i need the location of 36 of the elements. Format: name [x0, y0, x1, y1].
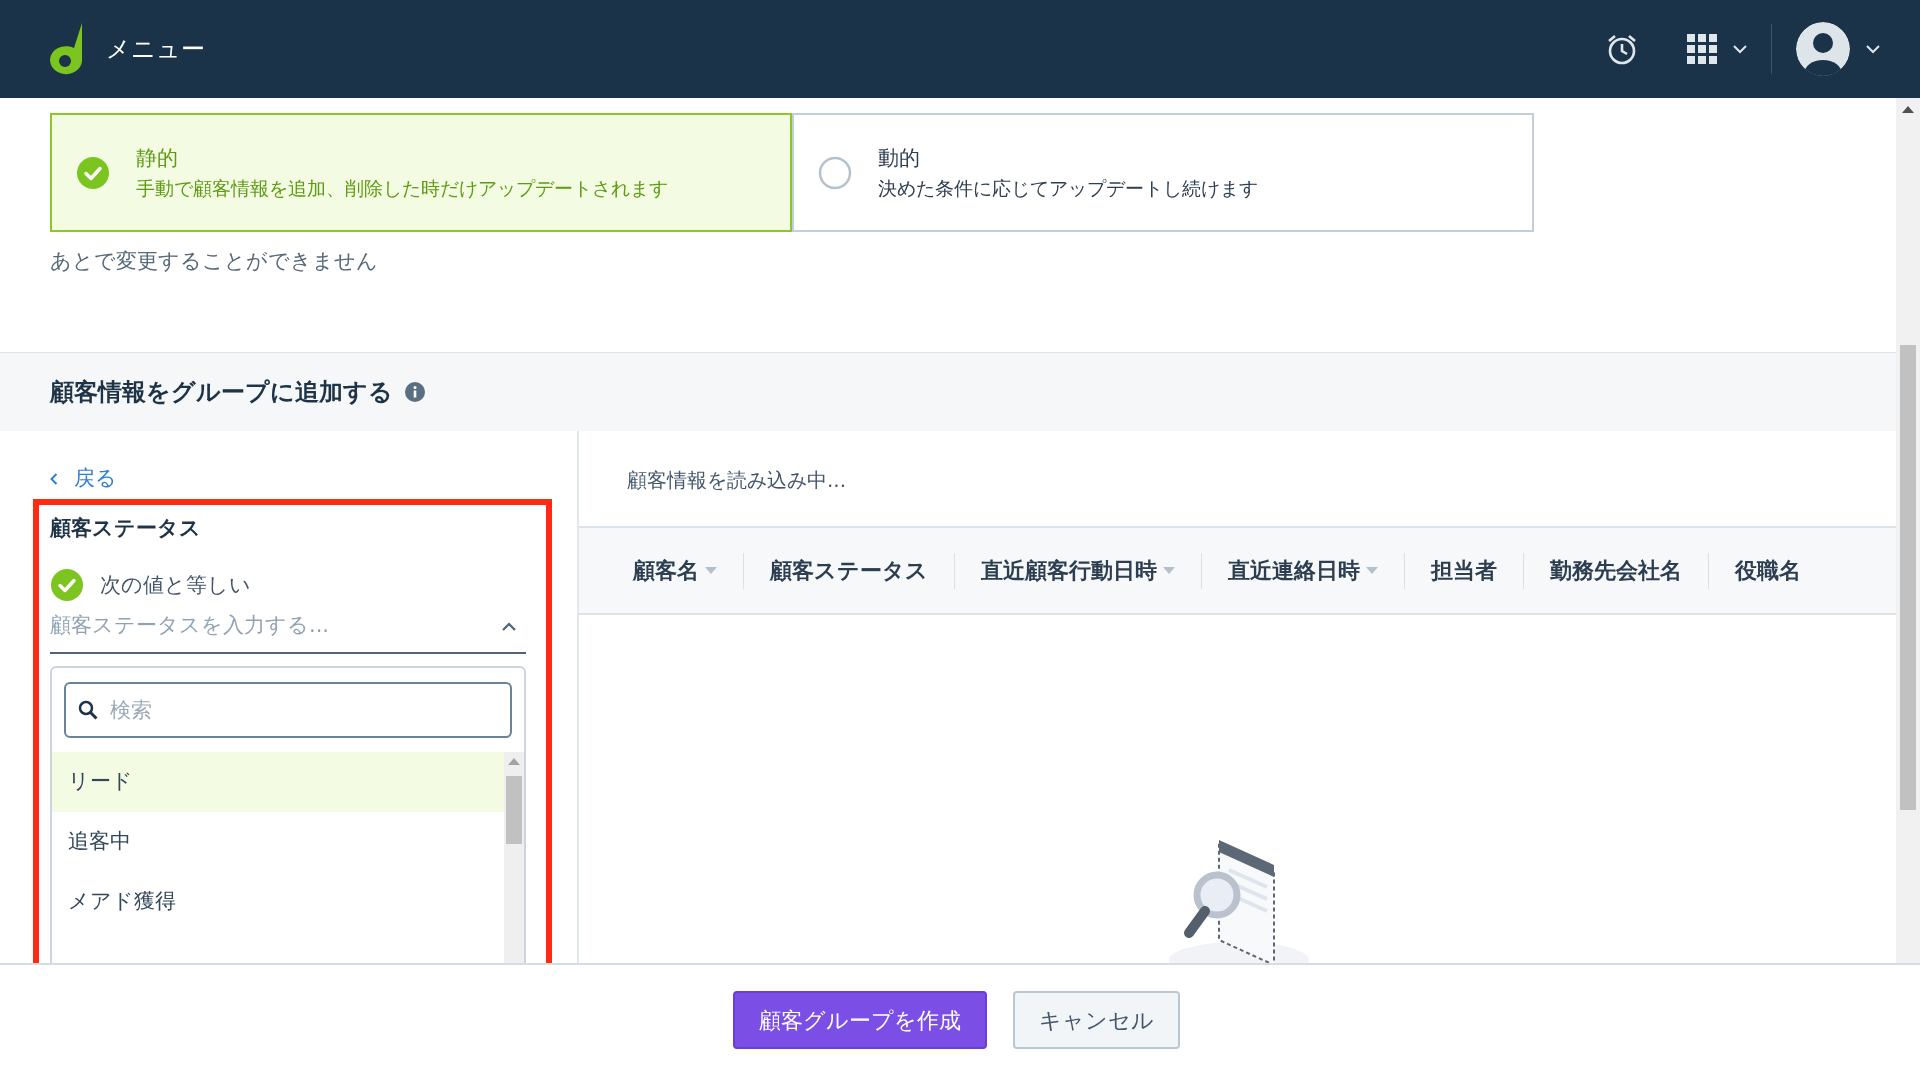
chevron-down-icon[interactable] — [1733, 44, 1747, 54]
column-header[interactable]: 勤務先会社名 — [1524, 554, 1708, 588]
chevron-left-icon — [50, 473, 58, 486]
avatar-icon[interactable] — [1796, 22, 1850, 76]
option-title: 動的 — [878, 144, 921, 172]
note-text: あとで変更することができません — [50, 248, 379, 275]
option-description: 手動で顧客情報を追加、削除した時だけアップデートされます — [136, 176, 668, 201]
column-header[interactable]: 担当者 — [1405, 554, 1523, 588]
option-title: 静的 — [136, 144, 179, 172]
radio-icon[interactable] — [818, 155, 852, 190]
field-title: 顧客ステータス — [50, 514, 202, 542]
info-icon[interactable] — [405, 382, 425, 403]
column-header[interactable]: 顧客ステータス — [744, 554, 954, 588]
option-card[interactable]: 動的 決めた条件に応じてアップデートし続けます — [792, 113, 1534, 232]
dropdown-option[interactable]: 追客中 — [52, 811, 504, 872]
option-description: 決めた条件に応じてアップデートし続けます — [878, 176, 1258, 201]
scroll-up-arrow-icon[interactable] — [1902, 106, 1914, 113]
menu-label[interactable]: メニュー — [106, 31, 205, 67]
dropdown-option[interactable]: リード — [52, 751, 504, 812]
scrollbar[interactable] — [1896, 98, 1920, 963]
scrollbar[interactable] — [504, 751, 524, 963]
chevron-down-icon[interactable] — [1866, 44, 1880, 54]
condition-label: 次の値と等しい — [100, 571, 251, 599]
column-header[interactable]: 役職名 — [1709, 554, 1827, 588]
logo-icon[interactable] — [48, 23, 84, 75]
column-header[interactable]: 直近顧客行動日時 — [955, 554, 1201, 588]
create-group-button[interactable]: 顧客グループを作成 — [733, 991, 987, 1049]
column-header[interactable]: 顧客名 — [607, 554, 743, 588]
dropdown-option[interactable]: メアド獲得 — [52, 871, 504, 932]
loading-text: 顧客情報を読み込み中... — [627, 468, 847, 493]
search-field[interactable]: 検索 — [64, 681, 512, 738]
back-link[interactable]: 戻る — [50, 463, 117, 495]
section-title: 顧客情報をグループに追加する — [50, 377, 393, 409]
cancel-button[interactable]: キャンセル — [1013, 991, 1180, 1049]
column-header[interactable]: 直近連絡日時 — [1202, 554, 1404, 588]
apps-grid-icon[interactable] — [1687, 34, 1717, 64]
